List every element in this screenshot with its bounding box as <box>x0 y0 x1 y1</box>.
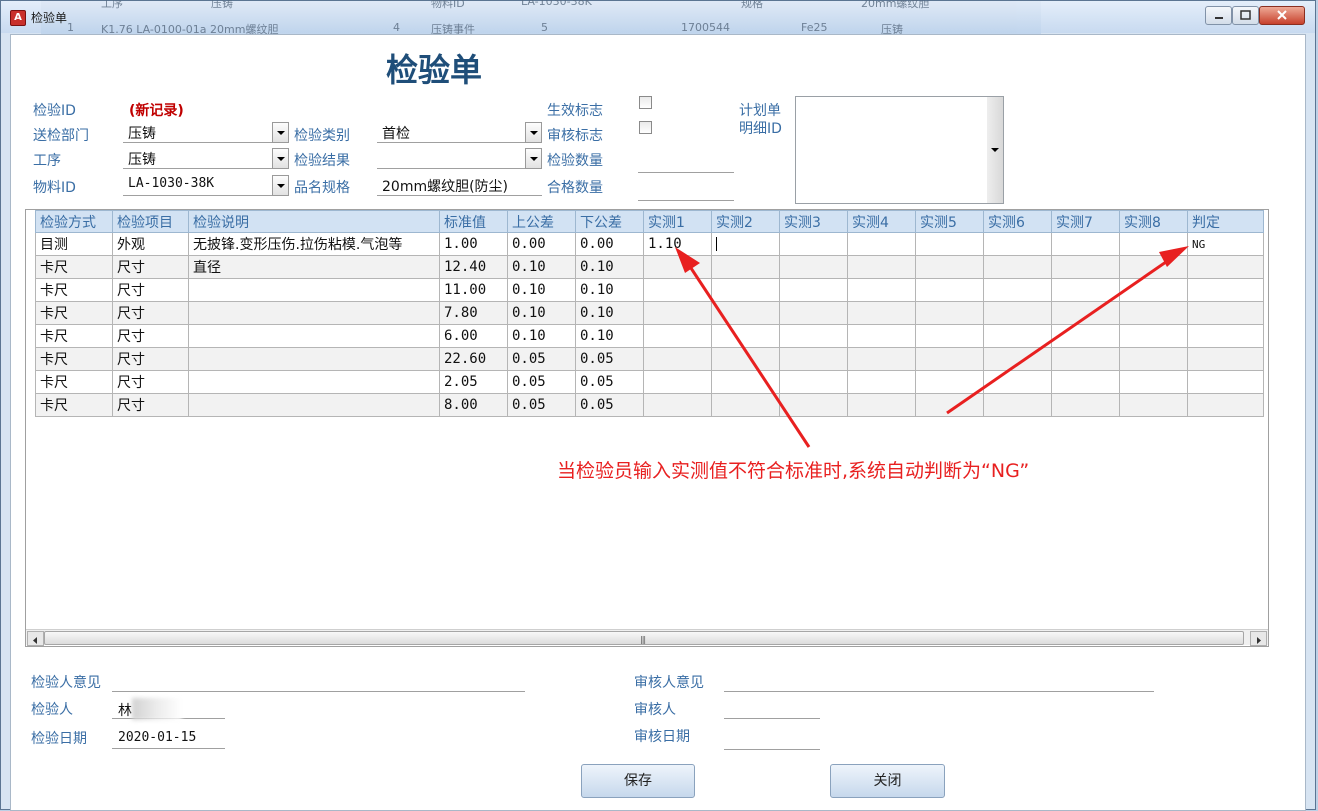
inspector-value: 林 <box>118 703 132 719</box>
arrow-to-measure-icon <box>681 255 811 448</box>
annotation-text: 当检验员输入实测值不符合标准时,系统自动判断为“NG” <box>557 460 1030 482</box>
arrow-to-judgment-icon <box>946 251 1180 415</box>
inspect-date-value: 2020-01-15 <box>118 730 197 745</box>
redacted-name <box>132 698 182 720</box>
inspect-date-label: 检验日期 <box>31 731 87 747</box>
audit-date-label: 审核日期 <box>634 729 690 745</box>
inspector-opinion-field[interactable] <box>112 671 525 692</box>
inspector-label: 检验人 <box>31 702 73 718</box>
arrowhead-icon <box>675 247 700 273</box>
auditor-opinion-label: 审核人意见 <box>634 675 704 691</box>
inspector-opinion-label: 检验人意见 <box>31 675 101 691</box>
auditor-label: 审核人 <box>634 702 676 718</box>
save-button[interactable]: 保存 <box>581 764 695 798</box>
auditor-opinion-field[interactable] <box>724 671 1154 692</box>
audit-date-field[interactable] <box>724 726 820 750</box>
close-button[interactable]: 关闭 <box>830 764 945 798</box>
inspection-window: 工序 压铸 物料ID LA-1030-38K 规格 20mm螺纹胆 1 K1.7… <box>0 0 1316 811</box>
auditor-field[interactable] <box>724 697 820 719</box>
